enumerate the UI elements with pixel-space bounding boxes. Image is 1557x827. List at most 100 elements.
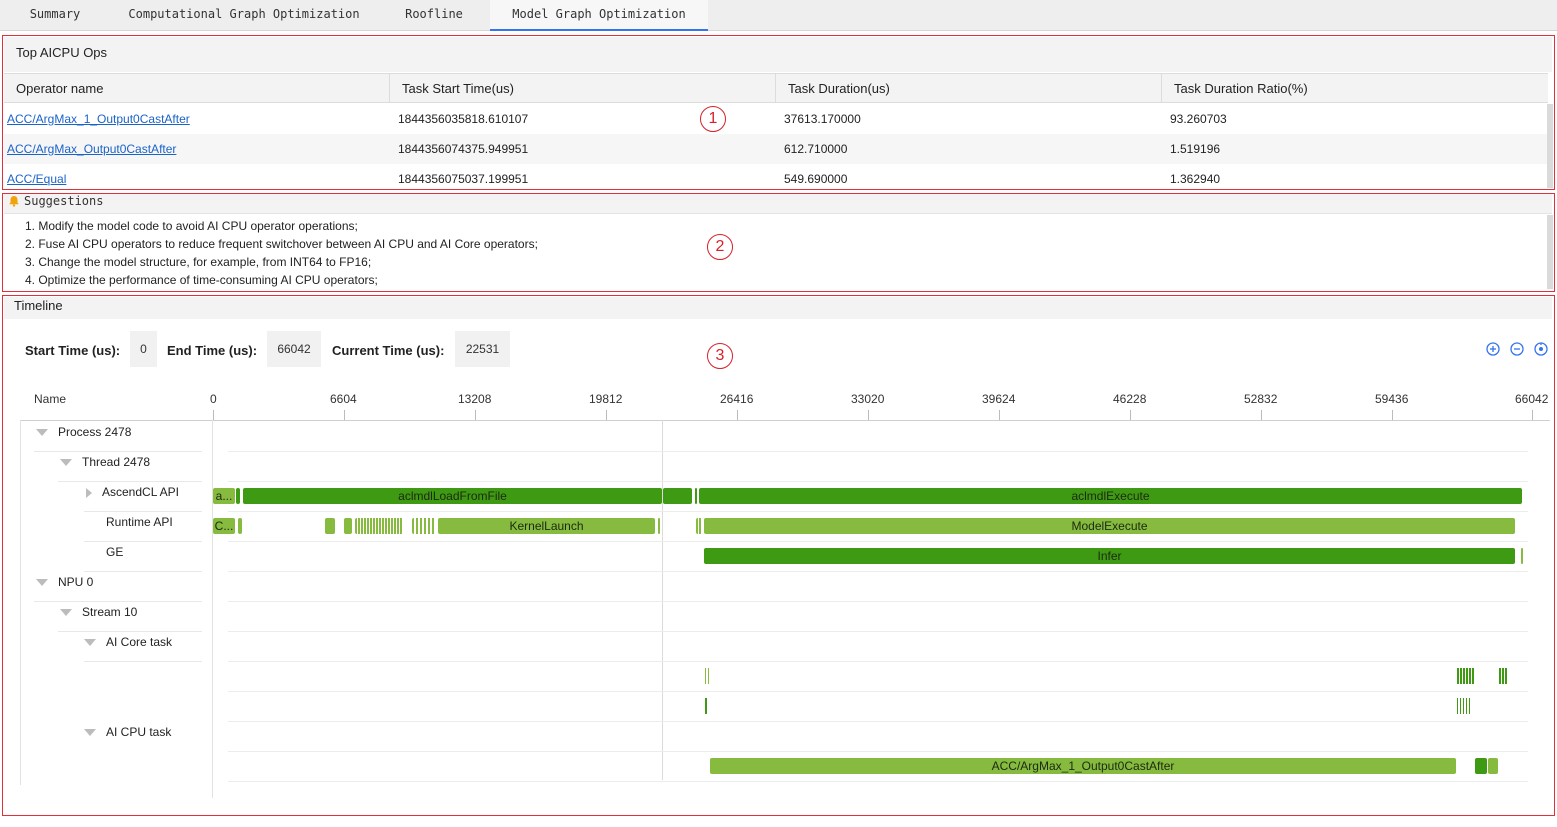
- axis-tick: [1130, 410, 1131, 420]
- expand-toggle-icon[interactable]: [36, 429, 48, 437]
- operator-link[interactable]: ACC/ArgMax_Output0CastAfter: [7, 142, 176, 156]
- tree-item-ai-core-task[interactable]: AI Core task: [84, 633, 172, 651]
- timeline-event-bar[interactable]: [236, 488, 240, 504]
- callout-marker-1: 1: [700, 106, 726, 132]
- tree-item-ascendcl-api[interactable]: AscendCL API: [86, 483, 179, 501]
- timeline-event-cluster[interactable]: [412, 518, 436, 534]
- column-header-task-duration[interactable]: Task Duration(us): [776, 74, 1162, 103]
- task-duration-ratio-cell: 93.260703: [1170, 112, 1227, 126]
- suggestion-item: 3. Change the model structure, for examp…: [25, 255, 372, 269]
- timeline-event-bar[interactable]: [1475, 758, 1487, 774]
- timeline-event-bar[interactable]: ACC/ArgMax_1_Output0CastAfter: [710, 758, 1456, 774]
- zoom-out-icon[interactable]: [1510, 342, 1524, 356]
- table-scrollbar[interactable]: [1547, 104, 1553, 188]
- axis-tick: [1261, 410, 1262, 420]
- timeline-event-bar[interactable]: aclmdlExecute: [699, 488, 1522, 504]
- axis-tick: [868, 410, 869, 420]
- timeline-event-bar[interactable]: a...: [213, 488, 235, 504]
- timeline-event-bar[interactable]: [1521, 548, 1523, 564]
- name-column-header: Name: [34, 392, 67, 406]
- timeline-event-cluster[interactable]: [355, 518, 403, 534]
- axis-tick-label: 66042: [1515, 392, 1549, 406]
- timeline-event-bar[interactable]: C...: [213, 518, 235, 534]
- axis-tick: [737, 410, 738, 420]
- timeline-event-bar[interactable]: aclmdlLoadFromFile: [243, 488, 662, 504]
- tree-item-stream[interactable]: Stream 10: [60, 603, 137, 621]
- axis-tick-label: 46228: [1113, 392, 1147, 406]
- tree-item-runtime-api[interactable]: Runtime API: [106, 513, 173, 531]
- name-column-divider: [212, 420, 213, 798]
- start-time-label: Start Time (us):: [25, 343, 121, 358]
- column-header-task-duration-ratio[interactable]: Task Duration Ratio(%): [1162, 74, 1548, 103]
- axis-tick-label: 13208: [458, 392, 492, 406]
- tree-item-thread[interactable]: Thread 2478: [60, 453, 150, 471]
- expand-toggle-icon[interactable]: [84, 639, 96, 647]
- axis-tick: [1532, 410, 1533, 420]
- timeline-event-cluster[interactable]: [696, 518, 702, 534]
- aicore-task-marks[interactable]: [705, 698, 707, 714]
- callout-marker-3: 3: [707, 343, 733, 369]
- task-duration-cell: 37613.170000: [784, 112, 861, 126]
- axis-tick: [213, 410, 214, 420]
- current-time-input[interactable]: 22531: [455, 331, 510, 367]
- task-start-time-cell: 1844356075037.199951: [398, 172, 529, 186]
- timeline-event-bar[interactable]: [658, 518, 660, 534]
- tab-computational-graph-optimization[interactable]: Computational Graph Optimization: [110, 0, 378, 31]
- aicore-task-marks[interactable]: [705, 668, 709, 684]
- timeline-event-bar[interactable]: [663, 488, 692, 504]
- suggestion-item: 2. Fuse AI CPU operators to reduce frequ…: [25, 237, 538, 251]
- expand-toggle-icon[interactable]: [60, 459, 72, 467]
- timeline-event-bar[interactable]: [325, 518, 335, 534]
- tab-roofline[interactable]: Roofline: [378, 0, 490, 31]
- table-row: ACC/Equal 1844356075037.199951 549.69000…: [4, 164, 1548, 188]
- operator-link[interactable]: ACC/Equal: [7, 172, 66, 186]
- table-row: ACC/ArgMax_1_Output0CastAfter 1844356035…: [4, 104, 1548, 134]
- column-header-operator-name[interactable]: Operator name: [4, 74, 390, 103]
- suggestions-scrollbar[interactable]: [1547, 215, 1553, 289]
- task-duration-cell: 549.690000: [784, 172, 848, 186]
- timeline-event-bar[interactable]: [695, 488, 697, 504]
- tree-item-ge[interactable]: GE: [106, 543, 123, 561]
- bell-icon: [9, 196, 19, 207]
- axis-tick-label: 0: [210, 392, 217, 406]
- aicore-task-marks[interactable]: [1457, 668, 1475, 684]
- task-duration-ratio-cell: 1.362940: [1170, 172, 1221, 186]
- start-time-input[interactable]: 0: [130, 331, 157, 367]
- zoom-in-icon[interactable]: [1486, 342, 1500, 356]
- tab-model-graph-optimization[interactable]: Model Graph Optimization: [490, 0, 708, 31]
- end-time-input[interactable]: 66042: [267, 331, 321, 367]
- axis-tick-label: 6604: [330, 392, 357, 406]
- tab-summary[interactable]: Summary: [0, 0, 110, 31]
- current-time-cursor[interactable]: [662, 420, 663, 780]
- tree-border: [20, 420, 21, 785]
- suggestion-item: 4. Optimize the performance of time-cons…: [25, 273, 378, 287]
- tree-item-process[interactable]: Process 2478: [36, 423, 131, 441]
- timeline-event-bar[interactable]: Infer: [704, 548, 1515, 564]
- timeline-event-bar[interactable]: KernelLaunch: [438, 518, 655, 534]
- timeline-event-bar[interactable]: ModelExecute: [704, 518, 1515, 534]
- timeline-axis: [20, 420, 1550, 421]
- expand-toggle-icon[interactable]: [36, 579, 48, 587]
- table-header: Operator name Task Start Time(us) Task D…: [4, 73, 1548, 103]
- axis-tick: [999, 410, 1000, 420]
- collapsed-toggle-icon[interactable]: [86, 487, 92, 498]
- aicore-task-marks[interactable]: [1499, 668, 1507, 684]
- tree-item-npu[interactable]: NPU 0: [36, 573, 93, 591]
- tab-bar: Summary Computational Graph Optimization…: [0, 0, 1557, 31]
- axis-tick: [344, 410, 345, 420]
- axis-tick: [475, 410, 476, 420]
- axis-tick-label: 33020: [851, 392, 885, 406]
- expand-toggle-icon[interactable]: [84, 729, 96, 737]
- timeline-event-bar[interactable]: [344, 518, 352, 534]
- suggestions-title: Suggestions: [4, 194, 1552, 214]
- reset-zoom-icon[interactable]: [1534, 342, 1548, 356]
- column-header-task-start-time[interactable]: Task Start Time(us): [390, 74, 776, 103]
- callout-marker-2: 2: [707, 234, 733, 260]
- operator-link[interactable]: ACC/ArgMax_1_Output0CastAfter: [7, 112, 190, 126]
- axis-tick-label: 19812: [589, 392, 623, 406]
- timeline-event-bar[interactable]: [1488, 758, 1498, 774]
- tree-item-ai-cpu-task[interactable]: AI CPU task: [84, 723, 171, 741]
- aicore-task-marks[interactable]: [1457, 698, 1470, 714]
- expand-toggle-icon[interactable]: [60, 609, 72, 617]
- timeline-event-bar[interactable]: [238, 518, 242, 534]
